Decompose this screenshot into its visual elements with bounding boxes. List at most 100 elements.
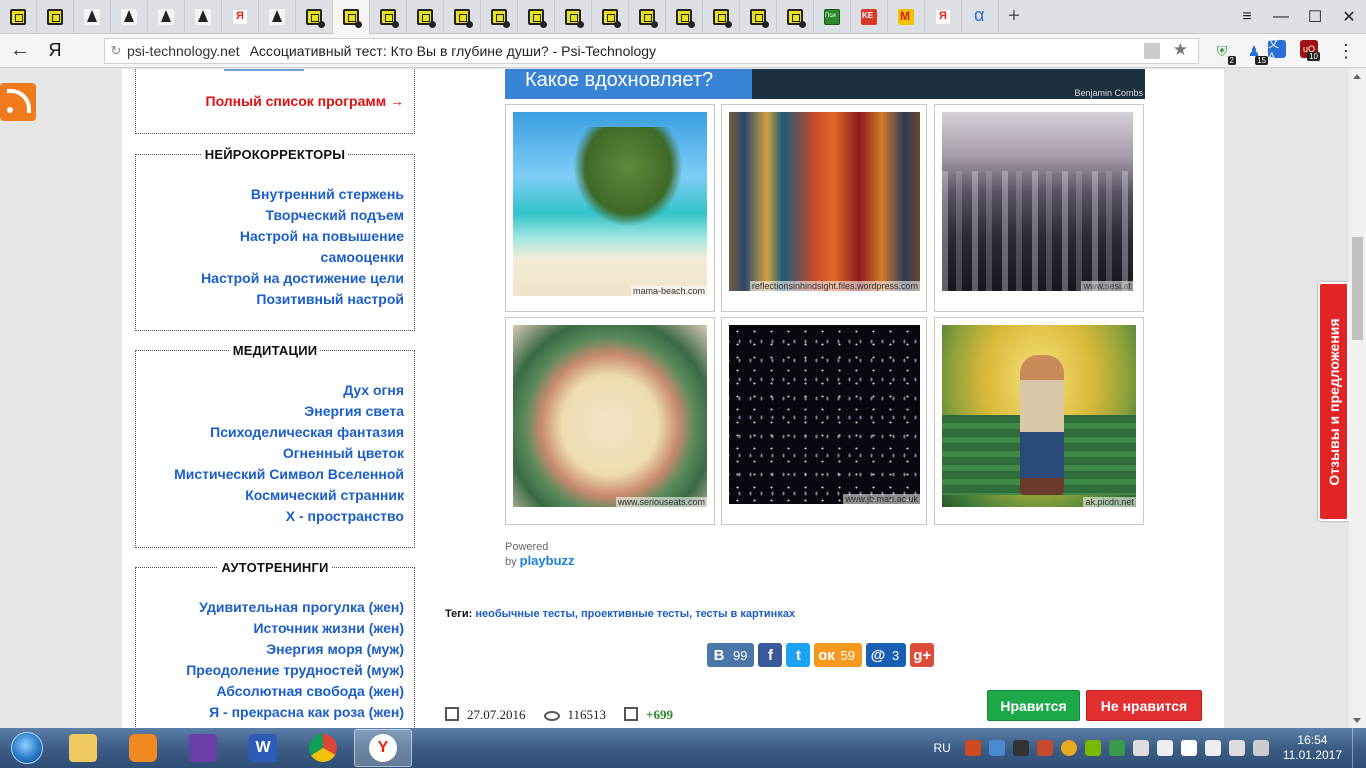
- browser-tab[interactable]: [481, 0, 518, 34]
- tray-volume-app-icon[interactable]: [1036, 740, 1053, 756]
- browser-tab[interactable]: [703, 0, 740, 34]
- browser-tab[interactable]: [111, 0, 148, 34]
- autotraining-link-freedom[interactable]: Абсолютная свобода (жен): [136, 681, 404, 702]
- autotraining-link-sea-energy[interactable]: Энергия моря (муж): [136, 639, 404, 660]
- bookmark-star-icon[interactable]: ★: [1173, 40, 1188, 60]
- meditation-link-light-energy[interactable]: Энергия света: [136, 401, 404, 422]
- taskbar-explorer[interactable]: [54, 729, 112, 767]
- browser-tab[interactable]: [0, 0, 37, 34]
- browser-tab[interactable]: [518, 0, 555, 34]
- browser-tab[interactable]: [777, 0, 814, 34]
- url-field[interactable]: ↻ psi-technology.net Ассоциативный тест:…: [104, 38, 1199, 64]
- taskbar-visual-studio[interactable]: [174, 729, 232, 767]
- browser-tab[interactable]: [259, 0, 296, 34]
- browser-tab[interactable]: [555, 0, 592, 34]
- feedback-tab[interactable]: Отзывы и предложения: [1318, 282, 1349, 521]
- menu-icon[interactable]: ≡: [1230, 0, 1264, 34]
- language-indicator[interactable]: RU: [933, 741, 950, 755]
- tray-app-icon[interactable]: [1108, 740, 1125, 756]
- extension-icon[interactable]: ♟ 15: [1242, 40, 1268, 65]
- tray-app-icon[interactable]: [1060, 740, 1077, 756]
- browser-tab[interactable]: [592, 0, 629, 34]
- maximize-button[interactable]: ☐: [1298, 0, 1332, 34]
- share-facebook-button[interactable]: f: [758, 643, 783, 667]
- browser-tab[interactable]: [74, 0, 111, 34]
- browser-tab[interactable]: [148, 0, 185, 34]
- minimize-button[interactable]: —: [1264, 0, 1298, 34]
- tags-links[interactable]: необычные тесты, проективные тесты, тест…: [475, 608, 795, 620]
- ublock-extension-icon[interactable]: uO 10: [1300, 40, 1320, 61]
- neuro-link-inner-core[interactable]: Внутренний стержень: [136, 184, 404, 205]
- tray-app-icon[interactable]: [964, 740, 981, 756]
- lock-icon[interactable]: [1144, 43, 1160, 59]
- answer-tile-beach[interactable]: mama-beach.com: [505, 104, 715, 312]
- meditation-link-fire-flower[interactable]: Огненный цветок: [136, 443, 404, 464]
- yandex-logo-button[interactable]: Я: [40, 40, 70, 61]
- taskbar-media-player[interactable]: [114, 729, 172, 767]
- browser-tab[interactable]: [444, 0, 481, 34]
- browser-tab[interactable]: [740, 0, 777, 34]
- browser-tab[interactable]: [222, 0, 259, 34]
- autotraining-link-walk[interactable]: Удивительная прогулка (жен): [136, 597, 404, 618]
- browser-tab[interactable]: [814, 0, 851, 34]
- answer-tile-pasta[interactable]: www.seriouseats.com: [505, 317, 715, 525]
- clock[interactable]: 16:54 11.01.2017: [1283, 733, 1342, 763]
- network-icon[interactable]: [1204, 740, 1221, 756]
- start-button[interactable]: [0, 728, 54, 768]
- browser-tab[interactable]: [666, 0, 703, 34]
- meditation-link-mystic-symbol[interactable]: Мистический Символ Вселенной: [136, 464, 404, 485]
- meditation-link-psychedelic[interactable]: Психоделическая фантазия: [136, 422, 404, 443]
- adguard-extension-icon[interactable]: ⛨ 2: [1210, 40, 1236, 65]
- browser-tab[interactable]: [296, 0, 333, 34]
- page-scrollbar[interactable]: [1349, 69, 1366, 728]
- meditation-link-cosmic-wanderer[interactable]: Космический странник: [136, 485, 404, 506]
- browser-tab[interactable]: [37, 0, 74, 34]
- neuro-link-creative-rise[interactable]: Творческий подъем: [136, 205, 404, 226]
- answer-tile-city[interactable]: www.sesi.at: [934, 104, 1144, 312]
- translate-extension-icon[interactable]: 文A: [1268, 38, 1286, 63]
- like-button[interactable]: Нравится: [987, 690, 1080, 721]
- browser-tab[interactable]: [185, 0, 222, 34]
- programs-list-link[interactable]: Полный список программ →: [136, 91, 404, 112]
- scroll-up-arrow-icon[interactable]: [1353, 74, 1361, 79]
- taskbar-chrome[interactable]: [294, 729, 352, 767]
- autotraining-link-life-source[interactable]: Источник жизни (жен): [136, 618, 404, 639]
- dislike-button[interactable]: Не нравится: [1086, 690, 1202, 721]
- browser-tab[interactable]: [333, 0, 370, 34]
- neuro-link-positive[interactable]: Позитивный настрой: [136, 289, 404, 310]
- share-googleplus-button[interactable]: g+: [910, 643, 935, 667]
- browser-tab[interactable]: [851, 0, 888, 34]
- neuro-link-goal[interactable]: Настрой на достижение цели: [136, 268, 404, 289]
- answer-tile-reading-girl[interactable]: ak.picdn.net: [934, 317, 1144, 525]
- browser-tab[interactable]: [925, 0, 962, 34]
- nvidia-icon[interactable]: [1084, 740, 1101, 756]
- neuro-link-self-esteem-cont[interactable]: самооценки: [136, 247, 404, 268]
- share-twitter-button[interactable]: t: [786, 643, 811, 667]
- browser-tab[interactable]: [407, 0, 444, 34]
- taskbar-yandex-browser[interactable]: Y: [354, 729, 412, 767]
- share-vk-button[interactable]: В 99: [707, 643, 755, 667]
- signal-icon[interactable]: [1228, 740, 1245, 756]
- volume-icon[interactable]: [1252, 740, 1269, 756]
- close-button[interactable]: ✕: [1332, 0, 1366, 34]
- new-tab-button[interactable]: +: [999, 5, 1029, 28]
- scroll-down-arrow-icon[interactable]: [1353, 718, 1361, 723]
- bluetooth-icon[interactable]: [1180, 740, 1197, 756]
- answer-tile-stars[interactable]: www.jb.man.ac.uk: [721, 317, 927, 525]
- browser-tab[interactable]: [370, 0, 407, 34]
- browser-tab[interactable]: [888, 0, 925, 34]
- reload-icon[interactable]: ↻: [105, 43, 127, 59]
- powered-by[interactable]: Powered by playbuzz: [505, 541, 575, 568]
- share-odnoklassniki-button[interactable]: ок 59: [814, 643, 862, 667]
- tray-app-icon[interactable]: [988, 740, 1005, 756]
- browser-tab[interactable]: [962, 0, 999, 34]
- autotraining-link-rose[interactable]: Я - прекрасна как роза (жен): [136, 702, 404, 723]
- neuro-link-self-esteem[interactable]: Настрой на повышение: [136, 226, 404, 247]
- tray-app-icon[interactable]: [1156, 740, 1173, 756]
- autotraining-link-overcoming[interactable]: Преодоление трудностей (муж): [136, 660, 404, 681]
- meditation-link-x-space[interactable]: Х - пространство: [136, 506, 404, 527]
- scrollbar-thumb[interactable]: [1352, 237, 1363, 340]
- show-desktop-button[interactable]: [1352, 728, 1366, 768]
- share-mailru-button[interactable]: @3: [865, 643, 907, 667]
- flag-icon[interactable]: [1132, 740, 1149, 756]
